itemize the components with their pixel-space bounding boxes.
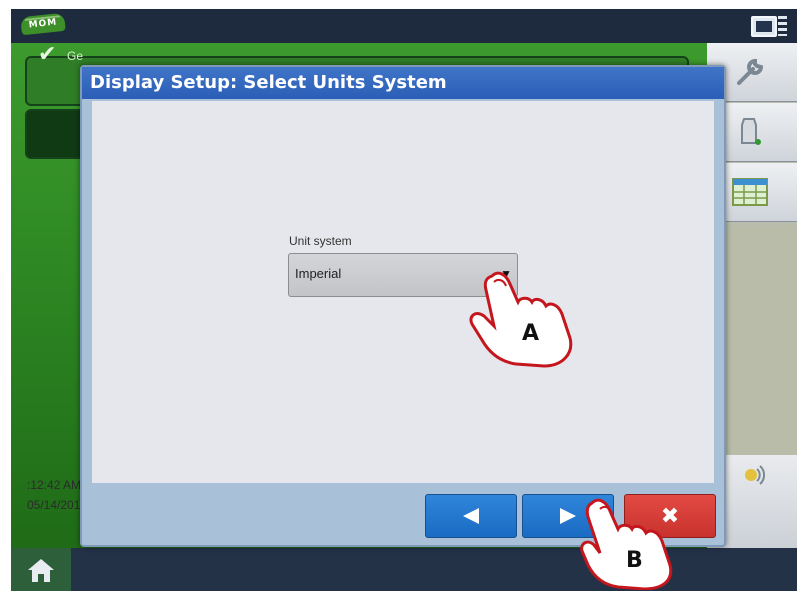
screen-list-icon[interactable]: [751, 16, 787, 38]
date-text: 05/14/2014: [27, 498, 88, 512]
home-button[interactable]: [11, 548, 71, 591]
pointer-a-label: A: [522, 321, 539, 346]
dialog-title: Display Setup: Select Units System: [82, 67, 724, 99]
back-button[interactable]: [425, 494, 517, 538]
pointer-b-hand: B: [580, 498, 673, 590]
right-arrow-icon: [560, 508, 576, 524]
equipment-icon: [731, 115, 769, 149]
wrench-icon: [731, 55, 769, 89]
background-card-text: Ge: [67, 49, 84, 63]
pointer-b-label: B: [626, 548, 643, 573]
time-text: :12:42 AM: [27, 478, 82, 492]
top-bar: MOM: [11, 9, 797, 43]
left-arrow-icon: [463, 508, 479, 524]
home-icon: [28, 558, 54, 582]
checkmark-icon: ✔: [38, 41, 57, 66]
clock-readout: :12:42 AM 05/14/2014: [27, 475, 87, 515]
grid-icon: [731, 175, 769, 209]
satellite-icon: [739, 463, 767, 492]
dialog-body: Unit system Imperial ▼: [92, 101, 714, 483]
pointer-a-hand: A: [469, 271, 573, 368]
unit-system-label: Unit system: [289, 234, 352, 248]
brand-logo: MOM: [20, 12, 66, 36]
unit-system-value: Imperial: [295, 266, 342, 281]
units-dialog: Display Setup: Select Units System Unit …: [80, 65, 726, 547]
